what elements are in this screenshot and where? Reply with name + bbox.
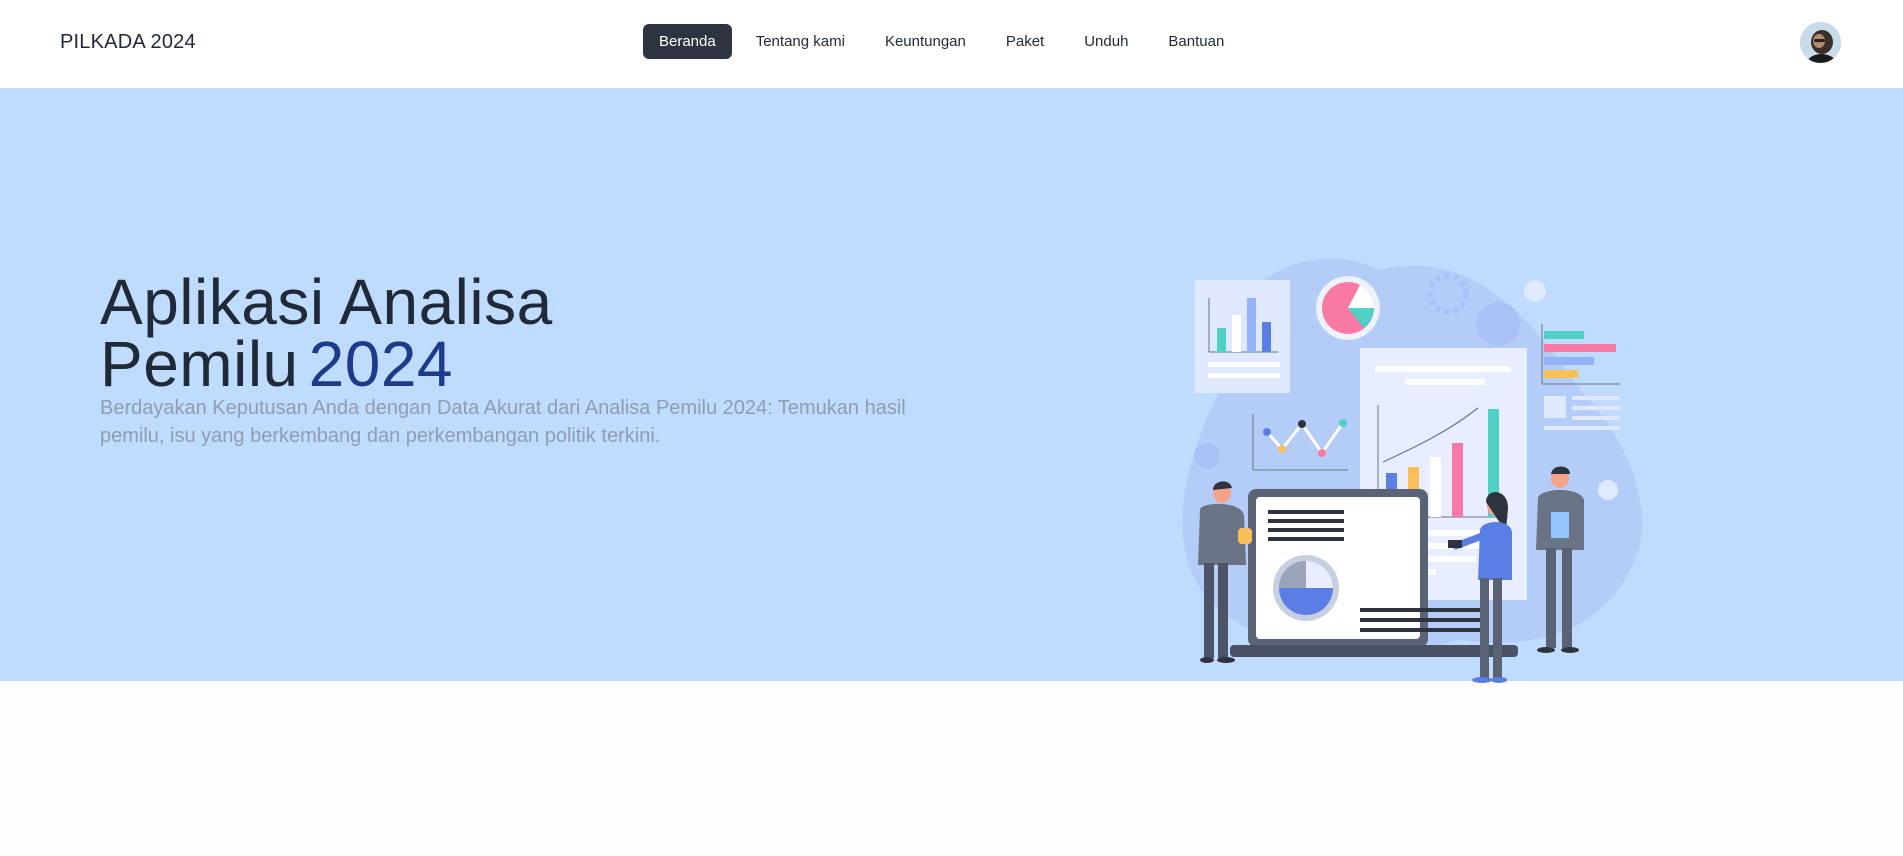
nav-item-paket[interactable]: Paket [990, 24, 1060, 59]
nav-item-keuntungan[interactable]: Keuntungan [869, 24, 982, 59]
main-nav: Beranda Tentang kami Keuntungan Paket Un… [643, 24, 1248, 59]
avatar-photo-icon [1800, 22, 1841, 63]
hero-title-year: 2024 [308, 328, 453, 400]
hero-description: Berdayakan Keputusan Anda dengan Data Ak… [100, 397, 906, 447]
brand-logo[interactable]: PILKADA 2024 [60, 31, 196, 54]
nav-item-beranda[interactable]: Beranda [643, 24, 732, 59]
hero-section: Aplikasi Analisa Pemilu 2024 Berdayakan K… [0, 88, 1903, 683]
data-analytics-illustration [1182, 258, 1642, 683]
hero-title-line2: Pemilu [100, 328, 299, 400]
nav-item-unduh[interactable]: Unduh [1068, 24, 1144, 59]
user-avatar[interactable] [1800, 22, 1841, 63]
nav-item-tentang-kami[interactable]: Tentang kami [740, 24, 861, 59]
nav-item-bantuan[interactable]: Bantuan [1152, 24, 1240, 59]
navbar: PILKADA 2024 Beranda Tentang kami Keuntu… [0, 0, 1903, 88]
hero-title: Aplikasi Analisa Pemilu 2024 [100, 270, 553, 396]
